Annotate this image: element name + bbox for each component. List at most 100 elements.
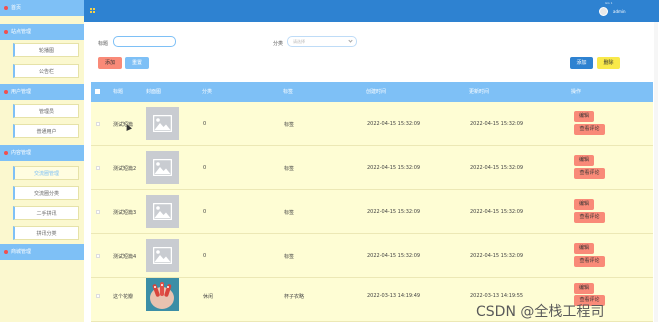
- row-checkbox[interactable]: [96, 294, 100, 298]
- category-select[interactable]: 请选择: [287, 36, 357, 47]
- row-tag: 标签: [284, 254, 295, 260]
- row-tag: 杯子农略: [284, 294, 305, 300]
- cover-image: [146, 239, 179, 272]
- vertical-scrollbar[interactable]: [654, 22, 658, 322]
- sidebar-item-circle-category[interactable]: 交流圈分类: [13, 186, 79, 200]
- sidebar-item-admins[interactable]: 管理员: [13, 104, 79, 118]
- sidebar-section-label: 站点管理: [11, 29, 32, 35]
- sidebar-item-users[interactable]: 普通用户: [13, 124, 79, 138]
- cover-image: [146, 151, 179, 184]
- row-updated: 2022-03-13 14:19:55: [470, 293, 524, 299]
- sidebar-item-circle-manage[interactable]: 交流圈管理: [13, 166, 79, 180]
- view-comments-button[interactable]: 查看评论: [574, 124, 605, 135]
- view-comments-button[interactable]: 查看评论: [574, 212, 605, 223]
- add-button[interactable]: 添加: [98, 57, 122, 69]
- row-title: 测试短篇2: [113, 166, 137, 172]
- image-placeholder-icon: [153, 159, 172, 176]
- delete-button[interactable]: 删除: [597, 57, 620, 69]
- table-row: 测试短篇3 0 标签 2022-04-15 15:32:09 2022-04-1…: [91, 190, 653, 234]
- image-placeholder-icon: [153, 247, 172, 264]
- view-comments-button[interactable]: 查看评论: [574, 256, 605, 267]
- row-tag: 标签: [284, 166, 295, 172]
- edit-button[interactable]: 编辑: [574, 199, 594, 210]
- row-title: 测试短篇4: [113, 254, 137, 260]
- column-header-title[interactable]: 标题: [113, 82, 123, 102]
- column-header-actions: 操作: [571, 89, 582, 95]
- row-created: 2022-03-13 14:19:49: [367, 293, 421, 299]
- row-category: 0: [203, 165, 207, 171]
- row-title: 测试短篇3: [113, 210, 137, 216]
- sidebar-home[interactable]: 首页: [0, 0, 84, 16]
- row-checkbox[interactable]: [96, 254, 100, 258]
- row-updated: 2022-04-15 15:32:09: [470, 165, 524, 171]
- image-placeholder-icon: [153, 115, 172, 132]
- row-created: 2022-04-15 15:32:09: [367, 209, 421, 215]
- sidebar-section-label: 商城管理: [11, 249, 32, 255]
- sidebar-item-secondhand[interactable]: 二手拼讯: [13, 206, 79, 220]
- view-comments-button[interactable]: 查看评论: [574, 168, 605, 179]
- section-icon: [4, 250, 8, 254]
- row-updated: 2022-04-15 15:32:09: [470, 209, 524, 215]
- edit-button[interactable]: 编辑: [574, 111, 594, 122]
- cover-image: [146, 107, 179, 140]
- sidebar-section-site[interactable]: 站点管理: [0, 24, 84, 40]
- row-tag: 标签: [284, 210, 295, 216]
- section-icon: [4, 151, 8, 155]
- sidebar-section-mall[interactable]: 商城管理: [0, 244, 84, 260]
- column-header-cover: 封面图: [146, 89, 162, 95]
- add-right-button[interactable]: 添加: [570, 57, 593, 69]
- table-row: 测试短篇2 0 标签 2022-04-15 15:32:09 2022-04-1…: [91, 146, 653, 190]
- menu-grid-icon[interactable]: [90, 8, 96, 14]
- home-icon: [4, 6, 8, 10]
- row-updated: 2022-04-15 15:32:09: [470, 253, 524, 259]
- sidebar-item-news-category[interactable]: 拼讯分类: [13, 226, 79, 240]
- row-created: 2022-04-15 15:32:09: [367, 165, 421, 171]
- row-title: 这个花瓣: [113, 294, 134, 300]
- row-category: 0: [203, 253, 207, 259]
- row-category: 0: [203, 121, 207, 127]
- category-select-placeholder: 请选择: [293, 39, 305, 44]
- sidebar-section-label: 内容管理: [11, 150, 32, 156]
- row-created: 2022-04-15 15:32:09: [367, 121, 421, 127]
- sidebar-section-users[interactable]: 用户管理: [0, 84, 84, 100]
- sidebar-section-content[interactable]: 内容管理: [0, 145, 84, 161]
- edit-button[interactable]: 编辑: [574, 243, 594, 254]
- cover-image: [146, 195, 179, 228]
- table-row: 测试短篇 0 标签 2022-04-15 15:32:09 2022-04-15…: [91, 102, 653, 146]
- column-header-created[interactable]: 创建时间: [366, 82, 386, 102]
- top-bar: [84, 0, 659, 22]
- sidebar-section-label: 用户管理: [11, 89, 32, 95]
- column-header-tag: 标签: [283, 89, 294, 95]
- edit-button[interactable]: 编辑: [574, 155, 594, 166]
- nail-photo-image: [146, 278, 179, 311]
- reset-button[interactable]: 重置: [125, 57, 149, 69]
- row-tag: 标签: [284, 122, 295, 128]
- title-filter-input[interactable]: [113, 36, 176, 47]
- sidebar-item-carousel[interactable]: 轮播图: [13, 43, 79, 57]
- app-window: 首页 站点管理 轮播图 公告栏 用户管理 管理员 普通用户 内容管理 交流圈管理…: [0, 0, 659, 330]
- username-label[interactable]: admin: [613, 9, 626, 14]
- edit-button[interactable]: 编辑: [574, 283, 594, 294]
- avatar[interactable]: [599, 7, 608, 16]
- row-checkbox[interactable]: [96, 122, 100, 126]
- image-placeholder-icon: [153, 203, 172, 220]
- table-row: 测试短篇4 0 标签 2022-04-15 15:32:09 2022-04-1…: [91, 234, 653, 278]
- sidebar-item-notice[interactable]: 公告栏: [13, 64, 79, 78]
- row-checkbox[interactable]: [96, 210, 100, 214]
- watermark: CSDN @全栈工程司: [476, 304, 605, 320]
- column-header-updated[interactable]: 更新时间: [469, 82, 489, 102]
- row-category: 休闲: [203, 294, 214, 300]
- row-updated: 2022-04-15 15:32:09: [470, 121, 524, 127]
- table-header: 标题 封面图 分类 标签 创建时间 更新时间 操作: [91, 82, 653, 102]
- section-icon: [4, 90, 8, 94]
- row-checkbox[interactable]: [96, 166, 100, 170]
- category-filter-label: 分类: [273, 41, 284, 47]
- title-filter-label: 标题: [98, 41, 109, 47]
- sidebar-home-label: 首页: [11, 5, 22, 11]
- row-created: 2022-04-15 15:32:09: [367, 253, 421, 259]
- row-category: 0: [203, 209, 207, 215]
- sidebar: 首页 站点管理 轮播图 公告栏 用户管理 管理员 普通用户 内容管理 交流圈管理…: [0, 0, 84, 322]
- select-all-checkbox[interactable]: [95, 89, 100, 94]
- column-header-category: 分类: [202, 89, 213, 95]
- section-icon: [4, 30, 8, 34]
